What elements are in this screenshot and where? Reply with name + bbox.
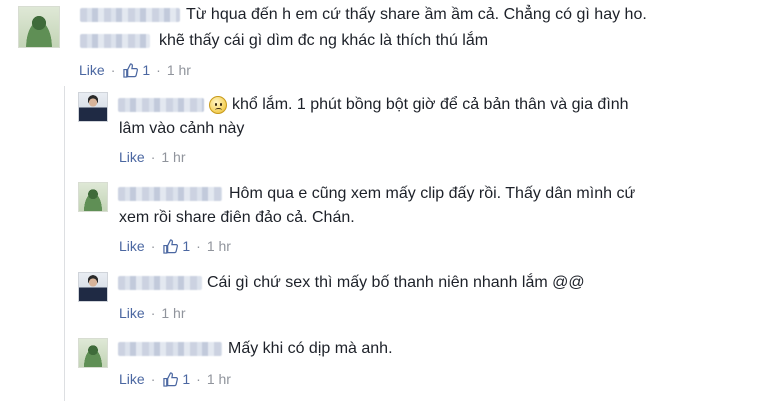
like-button[interactable]: Like [119,371,145,387]
comment-actions: Like · 1 · 1 hr [119,238,231,254]
timestamp[interactable]: 1 hr [207,238,231,254]
blurred-author-name[interactable] [80,8,180,22]
avatar[interactable] [78,182,108,212]
comment-text-line: khổ lắm. 1 phút bồng bột giờ để cả bản t… [232,96,629,113]
blurred-author-name[interactable] [118,276,202,290]
like-button[interactable]: Like [79,62,105,78]
comment-text-line: Hôm qua e cũng xem mấy clip đấy rồi. Thấ… [229,185,636,202]
timestamp[interactable]: 1 hr [161,149,185,165]
separator: · [150,371,156,387]
timestamp[interactable]: 1 hr [207,371,231,387]
comment-text-line: xem rồi share điên đảo cả. Chán. [119,209,355,226]
reply-thread-border [64,86,65,401]
comment-actions: Like · 1 · 1 hr [119,371,231,387]
blurred-author-name[interactable] [80,34,150,48]
timestamp[interactable]: 1 hr [161,305,185,321]
thumbs-up-icon[interactable] [163,238,179,254]
comment-text-line: Từ hqua đến h em cứ thấy share ầm ầm cả.… [186,6,647,23]
comment-actions: Like · 1 hr [119,149,185,165]
separator: · [150,238,156,254]
like-count[interactable]: 1 [142,62,150,78]
separator: · [156,62,161,78]
avatar[interactable] [78,272,108,302]
blurred-author-name[interactable] [118,98,204,112]
separator: · [196,371,201,387]
avatar[interactable] [78,338,108,368]
comment-actions: Like · 1 hr [119,305,185,321]
timestamp[interactable]: 1 hr [167,62,191,78]
comment-text-line: khẽ thấy cái gì dìm đc ng khác là thích … [159,32,489,49]
like-count[interactable]: 1 [182,371,190,387]
separator: · [150,305,156,321]
separator: · [110,62,116,78]
thumbs-up-icon[interactable] [123,62,139,78]
comment-text-line: Cái gì chứ sex thì mấy bố thanh niên nha… [207,274,585,291]
like-button[interactable]: Like [119,305,145,321]
blurred-author-name[interactable] [118,187,222,201]
avatar[interactable] [78,92,108,122]
disappointed-emoji-icon [209,96,227,114]
separator: · [196,238,201,254]
blurred-author-name[interactable] [118,342,222,356]
comment-text-line: lâm vào cảnh này [119,120,245,137]
comment-actions: Like · 1 · 1 hr [79,62,191,78]
thumbs-up-icon[interactable] [163,371,179,387]
comment-text-line: Mấy khi có dịp mà anh. [228,340,393,357]
like-button[interactable]: Like [119,238,145,254]
separator: · [150,149,156,165]
like-button[interactable]: Like [119,149,145,165]
avatar[interactable] [18,6,60,48]
like-count[interactable]: 1 [182,238,190,254]
